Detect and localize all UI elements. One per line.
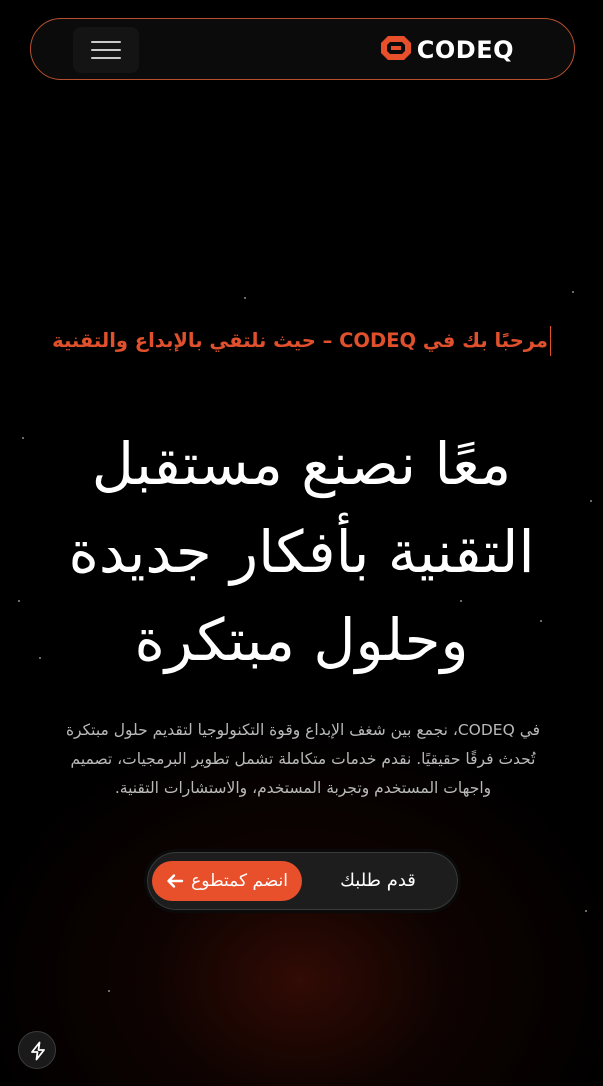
hero-description: في CODEQ، نجمع بين شغف الإبداع وقوة التك… bbox=[18, 716, 588, 803]
tagline-container: مرحبًا بك في CODEQ – حيث نلتقي بالإبداع … bbox=[0, 326, 551, 356]
headline-line: وحلول مبتكرة bbox=[134, 606, 469, 674]
description-line: في CODEQ، نجمع بين شغف الإبداع وقوة التك… bbox=[65, 721, 541, 739]
description-line: تُحدث فرقًا حقيقيًا. نقدم خدمات متكاملة … bbox=[70, 750, 536, 768]
page: CODEQ مرحبًا بك في CODEQ – حيث نلتقي بال… bbox=[0, 0, 603, 1086]
star-dot bbox=[244, 297, 246, 299]
quick-action-button[interactable] bbox=[18, 1031, 56, 1069]
star-dot bbox=[108, 990, 110, 992]
submit-request-button[interactable]: قدم طلبك bbox=[318, 861, 438, 901]
star-dot bbox=[590, 500, 592, 502]
star-dot bbox=[585, 910, 587, 912]
join-volunteer-button[interactable]: انضم كمتطوع bbox=[152, 861, 302, 901]
hero-headline: معًا نصنع مستقبل التقنية بأفكار جديدة وح… bbox=[20, 420, 583, 684]
codeq-logo-icon bbox=[380, 36, 411, 64]
brand-logo-link[interactable]: CODEQ bbox=[380, 36, 514, 64]
headline-line: معًا نصنع مستقبل bbox=[91, 430, 512, 498]
star-dot bbox=[572, 291, 574, 293]
hero-tagline: مرحبًا بك في CODEQ – حيث نلتقي بالإبداع … bbox=[52, 326, 551, 356]
logo-text: CODEQ bbox=[416, 36, 514, 64]
description-line: واجهات المستخدم وتجربة المستخدم، والاستش… bbox=[114, 779, 492, 797]
headline-line: التقنية بأفكار جديدة bbox=[68, 518, 535, 586]
cta-button-group: انضم كمتطوع قدم طلبك bbox=[144, 849, 461, 913]
navbar: CODEQ bbox=[30, 18, 575, 80]
join-volunteer-label: انضم كمتطوع bbox=[191, 871, 288, 891]
menu-button[interactable] bbox=[73, 27, 139, 73]
